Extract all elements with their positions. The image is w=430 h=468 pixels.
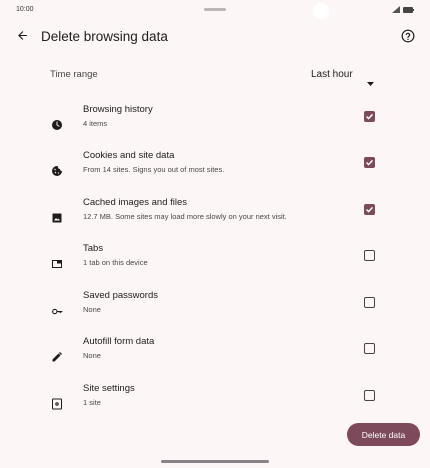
signal-icon: [392, 6, 400, 13]
app-bar: Delete browsing data: [0, 24, 430, 50]
camera-cutout: [313, 3, 329, 19]
browsing-history-checkbox[interactable]: [364, 111, 375, 122]
time-range-label: Time range: [50, 69, 98, 80]
saved-passwords-checkbox[interactable]: [364, 297, 375, 308]
option-cached-images[interactable]: Cached images and files 12.7 MB. Some si…: [0, 197, 430, 241]
delete-data-button[interactable]: Delete data: [347, 423, 420, 446]
option-tabs[interactable]: Tabs 1 tab on this device: [0, 243, 430, 287]
option-title: Saved passwords: [83, 290, 158, 301]
site-settings-checkbox[interactable]: [364, 390, 375, 401]
history-icon: [48, 116, 66, 134]
option-subtitle: 12.7 MB. Some sites may load more slowly…: [83, 212, 287, 221]
option-subtitle: 1 tab on this device: [83, 258, 148, 267]
image-icon: [48, 209, 66, 227]
cached-images-checkbox[interactable]: [364, 204, 375, 215]
option-subtitle: None: [83, 305, 101, 314]
help-icon: [401, 29, 415, 48]
site-settings-icon: [48, 395, 66, 413]
option-title: Autofill form data: [83, 336, 155, 347]
option-subtitle: 4 items: [83, 119, 108, 128]
status-notch: [204, 8, 226, 11]
option-cookies[interactable]: Cookies and site data From 14 sites. Sig…: [0, 150, 430, 194]
option-title: Cookies and site data: [83, 150, 175, 161]
battery-icon: [403, 6, 414, 13]
dropdown-arrow-icon: [367, 73, 374, 91]
gesture-nav-bar[interactable]: [161, 460, 269, 463]
key-icon: [48, 302, 66, 320]
option-subtitle: None: [83, 351, 101, 360]
back-button[interactable]: [12, 28, 32, 48]
status-time: 10:00: [16, 6, 34, 13]
option-title: Tabs: [83, 243, 104, 254]
status-bar: 10:00: [0, 0, 430, 20]
option-title: Browsing history: [83, 104, 153, 115]
status-icons: [392, 6, 414, 13]
cookies-checkbox[interactable]: [364, 157, 375, 168]
page-title: Delete browsing data: [41, 29, 168, 44]
help-button[interactable]: [398, 28, 418, 48]
option-title: Site settings: [83, 383, 135, 394]
option-subtitle: From 14 sites. Signs you out of most sit…: [83, 165, 225, 174]
option-browsing-history[interactable]: Browsing history 4 items: [0, 104, 430, 148]
back-arrow-icon: [16, 29, 29, 47]
option-site-settings[interactable]: Site settings 1 site: [0, 383, 430, 427]
pencil-icon: [48, 348, 66, 366]
option-title: Cached images and files: [83, 197, 188, 208]
autofill-checkbox[interactable]: [364, 343, 375, 354]
option-autofill[interactable]: Autofill form data None: [0, 336, 430, 380]
tab-icon: [48, 255, 66, 273]
time-range-dropdown[interactable]: Last hour: [305, 65, 380, 86]
option-subtitle: 1 site: [83, 398, 101, 407]
time-range-value: Last hour: [311, 69, 353, 80]
option-saved-passwords[interactable]: Saved passwords None: [0, 290, 430, 334]
time-range-row: Time range Last hour: [0, 63, 430, 87]
tabs-checkbox[interactable]: [364, 250, 375, 261]
cookie-icon: [48, 162, 66, 180]
